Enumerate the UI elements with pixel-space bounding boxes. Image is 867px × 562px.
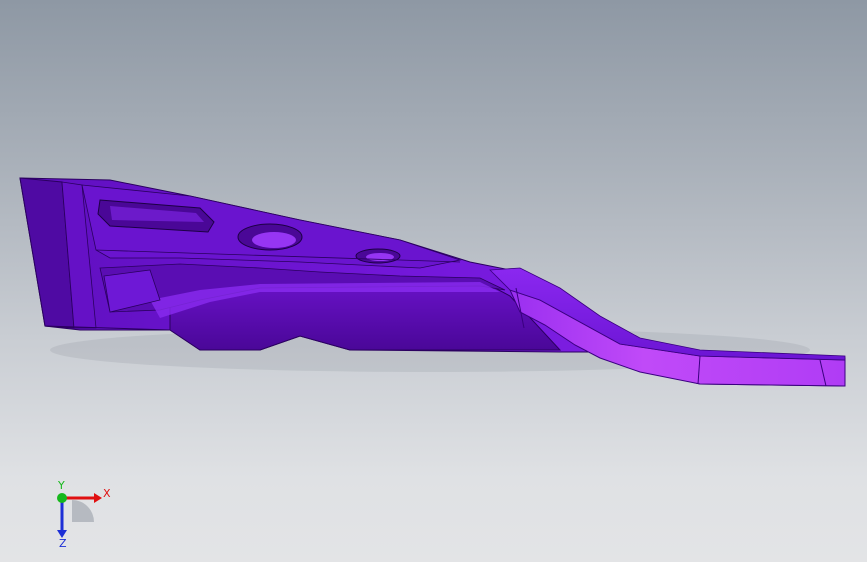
y-axis-label: Y xyxy=(57,479,65,492)
z-axis-label: Z xyxy=(59,537,67,548)
sheet-metal-part-model[interactable] xyxy=(0,0,867,562)
graphics-viewport[interactable]: X Y Z xyxy=(0,0,867,562)
round-hole-1-inner xyxy=(252,232,296,248)
y-axis-dot xyxy=(57,493,67,503)
x-axis-arrow xyxy=(94,493,102,503)
axis-triad: X Y Z xyxy=(57,479,111,548)
x-axis-label: X xyxy=(103,487,111,500)
triad-shadow-arc xyxy=(72,500,94,522)
